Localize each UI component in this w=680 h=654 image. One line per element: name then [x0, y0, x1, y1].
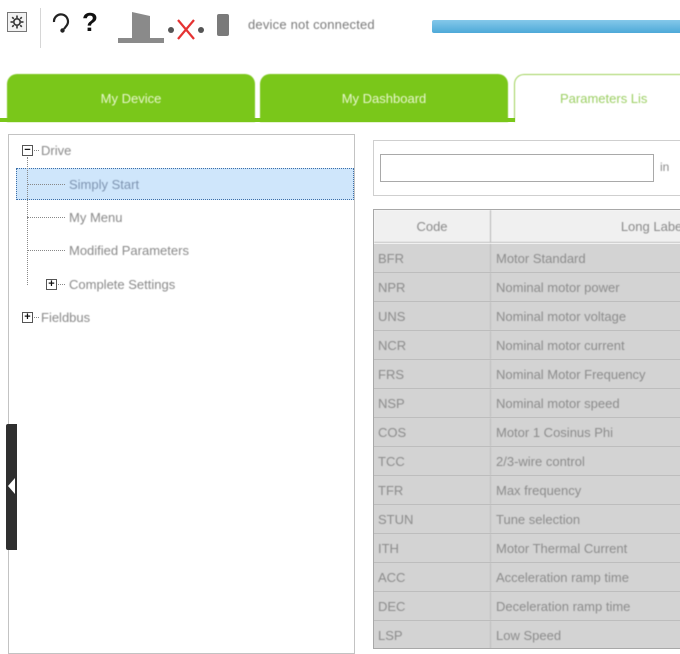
cell-code: NSP: [374, 389, 491, 417]
cell-long-label: Nominal motor voltage: [496, 308, 627, 324]
cell-code: UNS: [374, 302, 491, 330]
cell-code: ITH: [374, 534, 491, 562]
drive-device-icon: [116, 10, 166, 46]
cell-long-label: Motor Thermal Current: [496, 540, 628, 556]
column-header-code[interactable]: Code: [374, 210, 491, 243]
table-row[interactable]: TFR Max frequency: [374, 476, 680, 505]
settings-window-icon[interactable]: [7, 12, 27, 32]
cell-long-label: Nominal motor speed: [496, 395, 620, 411]
help-icon[interactable]: ?: [82, 8, 98, 36]
cell-code: BFR: [374, 244, 491, 272]
cell-code: LSP: [374, 621, 491, 648]
plug-icon: [215, 12, 231, 38]
tree-connector: [27, 250, 65, 251]
cell-long-label: Motor 1 Cosinus Phi: [496, 424, 614, 440]
toolbar: ? device not connected: [0, 0, 680, 52]
cell-long-label: Nominal motor power: [496, 279, 620, 295]
table-row[interactable]: LSP Low Speed: [374, 621, 680, 648]
cell-code: NCR: [374, 331, 491, 359]
chevron-left-icon: [8, 478, 15, 494]
tab-parameters-list[interactable]: Parameters Lis: [514, 74, 680, 122]
cell-code: FRS: [374, 360, 491, 388]
cell-code: STUN: [374, 505, 491, 533]
table-row[interactable]: BFR Motor Standard: [374, 244, 680, 273]
table-row[interactable]: STUN Tune selection: [374, 505, 680, 534]
disconnected-x-icon: [166, 16, 206, 42]
table-row[interactable]: TCC 2/3-wire control: [374, 447, 680, 476]
cell-long-label: Motor Standard: [496, 250, 586, 266]
cell-code: ACC: [374, 563, 491, 591]
cell-long-label: Tune selection: [496, 511, 581, 527]
connection-status-text: device not connected: [248, 17, 375, 32]
tree-item-drive[interactable]: Drive: [41, 137, 71, 163]
search-in-label: in: [660, 160, 670, 174]
tree-item-modified-parameters[interactable]: Modified Parameters: [69, 237, 189, 263]
tree-item-my-menu[interactable]: My Menu: [69, 204, 122, 230]
cell-long-label: Nominal motor current: [496, 337, 625, 353]
table-row[interactable]: NPR Nominal motor power: [374, 273, 680, 302]
cell-long-label: Low Speed: [496, 627, 562, 643]
cell-long-label: 2/3-wire control: [496, 453, 585, 469]
tree-connector: [27, 217, 65, 218]
expand-icon[interactable]: +: [22, 312, 33, 323]
expand-icon[interactable]: +: [46, 279, 57, 290]
table-row[interactable]: ITH Motor Thermal Current: [374, 534, 680, 563]
table-row[interactable]: NCR Nominal motor current: [374, 331, 680, 360]
tree-item-complete-settings[interactable]: Complete Settings: [69, 271, 175, 297]
progress-bar: [432, 20, 680, 33]
table-row[interactable]: DEC Deceleration ramp time: [374, 592, 680, 621]
headset-icon[interactable]: [50, 10, 72, 36]
parameter-tree: [8, 134, 355, 654]
cell-code: DEC: [374, 592, 491, 620]
cell-code: TCC: [374, 447, 491, 475]
cell-code: TFR: [374, 476, 491, 504]
cell-long-label: Acceleration ramp time: [496, 569, 629, 585]
table-row[interactable]: UNS Nominal motor voltage: [374, 302, 680, 331]
parameters-table: Code Long Label BFR Motor Standard NPR Nomi…: [373, 209, 680, 649]
tree-item-simply-start[interactable]: Simply Start: [69, 171, 139, 197]
cell-code: NPR: [374, 273, 491, 301]
cell-long-label: Deceleration ramp time: [496, 598, 631, 614]
table-row[interactable]: NSP Nominal motor speed: [374, 389, 680, 418]
table-row[interactable]: COS Motor 1 Cosinus Phi: [374, 418, 680, 447]
tree-item-fieldbus[interactable]: Fieldbus: [41, 304, 90, 330]
collapse-icon[interactable]: −: [22, 145, 33, 156]
tab-bar: My Device My Dashboard Parameters Lis: [0, 74, 680, 122]
tab-underline: [0, 118, 515, 122]
search-input[interactable]: [380, 154, 654, 182]
table-row[interactable]: ACC Acceleration ramp time: [374, 563, 680, 592]
toolbar-divider: [40, 8, 41, 48]
column-header-long-label[interactable]: Long Label: [492, 210, 680, 243]
table-header: Code Long Label: [374, 210, 680, 243]
tree-connector: [27, 157, 28, 285]
table-row[interactable]: FRS Nominal Motor Frequency: [374, 360, 680, 389]
tab-my-dashboard[interactable]: My Dashboard: [260, 74, 508, 122]
tab-my-device[interactable]: My Device: [7, 74, 255, 122]
tree-connector: [27, 184, 65, 185]
cell-long-label: Nominal Motor Frequency: [496, 366, 646, 382]
tree-selection-highlight: [16, 168, 354, 200]
cell-code: COS: [374, 418, 491, 446]
cell-long-label: Max frequency: [496, 482, 582, 498]
